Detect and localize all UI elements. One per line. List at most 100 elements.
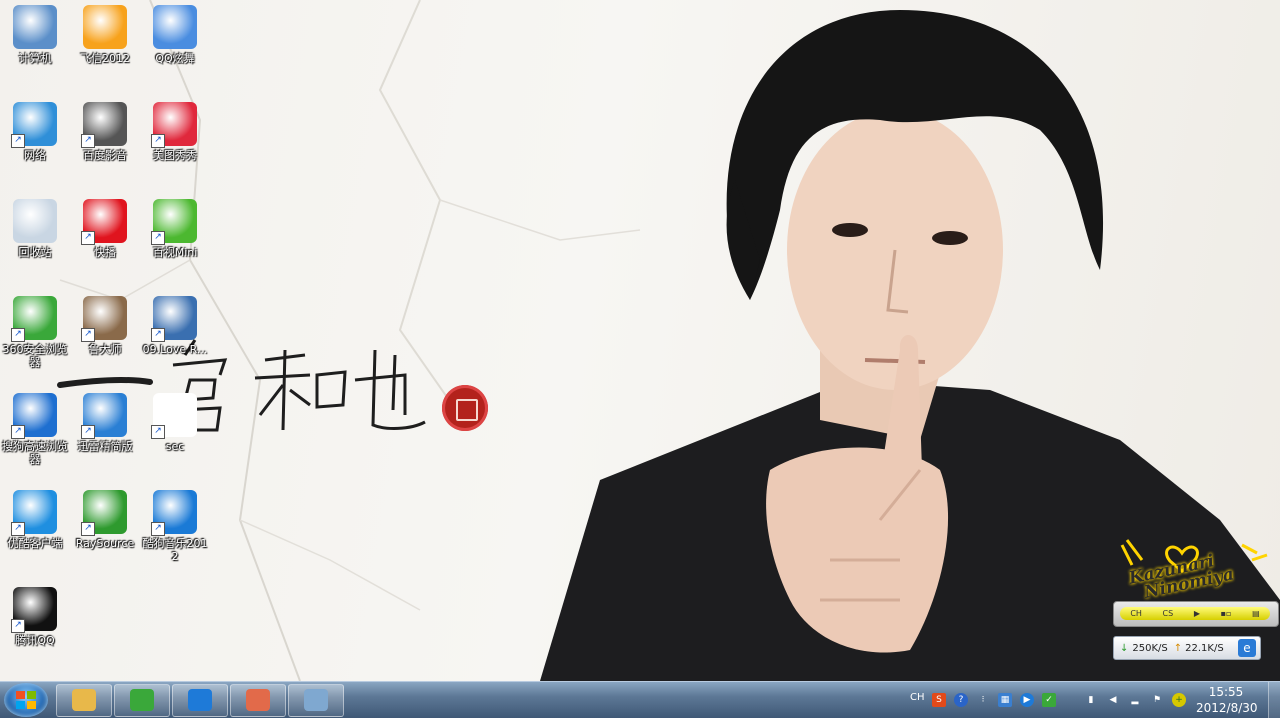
desktop-icon[interactable]: 飞信2012 — [70, 5, 140, 65]
shortcut-arrow-icon: ↗ — [151, 328, 165, 342]
qq-icon: ↗ — [11, 587, 57, 633]
shortcut-arrow-icon: ↗ — [11, 425, 25, 439]
desktop-icon-label: 百度影音 — [83, 149, 127, 162]
media-btn[interactable]: ▪▫ — [1221, 609, 1232, 618]
text-file-icon: ↗ — [151, 393, 197, 439]
desktop-icon[interactable]: ↗ 搜狗高速浏览器 — [0, 393, 70, 466]
taskbar-app-control[interactable] — [288, 684, 344, 717]
thunder-tray-icon[interactable]: ▦ — [998, 693, 1012, 707]
desktop-icon-label: 迅雷精简版 — [77, 440, 133, 453]
windows-logo-icon — [16, 691, 36, 709]
battery-icon[interactable]: ▮ — [1084, 693, 1098, 707]
taskbar-app-users[interactable] — [230, 684, 286, 717]
desktop-icon[interactable]: QQ炫舞 — [140, 5, 210, 65]
clock-time: 15:55 — [1208, 685, 1244, 699]
desktop-icon[interactable]: ↗ 酷狗音乐2012 — [140, 490, 210, 563]
upload-arrow-icon: ↑ — [1173, 642, 1183, 654]
wifi-signal-icon[interactable]: ▂ — [1128, 693, 1142, 707]
desktop-icon-label: QQ炫舞 — [155, 52, 195, 65]
volume-icon[interactable]: ◀ — [1106, 693, 1120, 707]
users-icon — [246, 689, 270, 711]
taskbar-app-ie[interactable] — [114, 684, 170, 717]
desktop-icon-label: 飞信2012 — [80, 52, 130, 65]
desktop-icon-label: 回收站 — [18, 246, 52, 259]
shortcut-arrow-icon: ↗ — [151, 522, 165, 536]
taskbar-app-explorer[interactable] — [56, 684, 112, 717]
desktop-icon-label: 计算机 — [18, 52, 52, 65]
desktop-icon[interactable]: ↗ 百度影音 — [70, 102, 140, 162]
media-btn[interactable]: ▤ — [1252, 609, 1260, 618]
shortcut-arrow-icon: ↗ — [11, 328, 25, 342]
desktop-icon-label: 搜狗高速浏览器 — [2, 440, 68, 466]
meitu-icon: ↗ — [151, 102, 197, 148]
shortcut-arrow-icon: ↗ — [81, 231, 95, 245]
download-arrow-icon: ↓ — [1120, 642, 1129, 654]
security-shield-icon[interactable]: ✓ — [1042, 693, 1056, 707]
desktop-icon[interactable]: ↗ RaySource — [70, 490, 140, 550]
media-btn[interactable]: ▶ — [1194, 609, 1200, 618]
raysource-icon: ↗ — [81, 490, 127, 536]
youku-icon: ↗ — [11, 490, 57, 536]
start-button[interactable] — [4, 683, 48, 717]
desktop-icon[interactable]: ↗ 360安全浏览器 — [0, 296, 70, 369]
thunder-icon: ↗ — [81, 393, 127, 439]
media-tray-icon[interactable]: ▶ — [1020, 693, 1034, 707]
desktop-icon-label: 网络 — [24, 149, 46, 162]
desktop-icon[interactable]: ↗ 百视Mini — [140, 199, 210, 259]
media-btn[interactable]: CH — [1130, 609, 1142, 618]
shortcut-arrow-icon: ↗ — [81, 522, 95, 536]
desktop-icon[interactable]: 计算机 — [0, 5, 70, 65]
input-method-indicator[interactable]: CH — [910, 692, 925, 703]
desktop-icon[interactable]: ↗ 美图秀秀 — [140, 102, 210, 162]
system-tray: ▮ ◀ ▂ ⚑ + — [1080, 682, 1190, 718]
notification-area: S ? ⁝ ▦ ▶ ✓ — [928, 682, 1060, 718]
desktop-icon[interactable]: ↗ 09.Love R... — [140, 296, 210, 356]
desktop-icon[interactable]: 回收站 — [0, 199, 70, 259]
media-control-widget[interactable]: CH CS ▶ ▪▫ ▤ — [1113, 601, 1279, 627]
desktop-icon-label: RaySource — [75, 537, 135, 550]
desktop-icon[interactable]: ↗ 迅雷精简版 — [70, 393, 140, 453]
shortcut-arrow-icon: ↗ — [11, 619, 25, 633]
taskbar-app-media[interactable] — [172, 684, 228, 717]
help-icon[interactable]: ? — [954, 693, 968, 707]
desktop-icon[interactable]: ↗ 优酷客户端 — [0, 490, 70, 550]
qvod-icon: ↗ — [81, 199, 127, 245]
media-player-icon — [188, 689, 212, 711]
desktop-icon-label: 快播 — [94, 246, 116, 259]
desktop-icon-label: 360安全浏览器 — [2, 343, 68, 369]
shortcut-arrow-icon: ↗ — [81, 425, 95, 439]
browser-icon[interactable]: e — [1238, 639, 1256, 657]
network-speed-widget[interactable]: ↓ 250K/S ↑ 22.1K/S e — [1113, 636, 1261, 660]
desktop-icon[interactable]: ↗ 鲁大师 — [70, 296, 140, 356]
shortcut-arrow-icon: ↗ — [11, 134, 25, 148]
sogou-input-icon[interactable]: S — [932, 693, 946, 707]
shortcut-arrow-icon: ↗ — [151, 134, 165, 148]
ludashi-icon: ↗ — [81, 296, 127, 342]
show-desktop-button[interactable] — [1268, 682, 1280, 718]
recycle-bin-icon — [13, 199, 57, 243]
red-seal-stamp — [442, 385, 488, 431]
control-panel-icon — [304, 689, 328, 711]
baidu-player-icon: ↗ — [81, 102, 127, 148]
desktop-icon[interactable]: ↗ sec — [140, 393, 210, 453]
desktop-icon[interactable]: ↗ 腾讯QQ — [0, 587, 70, 647]
update-icon[interactable]: + — [1172, 693, 1186, 707]
browser-360-icon: ↗ — [11, 296, 57, 342]
folder-icon — [72, 689, 96, 711]
desktop-icon[interactable]: ↗ 网络 — [0, 102, 70, 162]
action-center-flag-icon[interactable]: ⚑ — [1150, 693, 1164, 707]
shortcut-arrow-icon: ↗ — [151, 425, 165, 439]
desktop-icon-label: 优酷客户端 — [7, 537, 63, 550]
system-clock[interactable]: 15:55 2012/8/30 — [1196, 684, 1258, 716]
ie-icon — [130, 689, 154, 711]
kugou-icon: ↗ — [151, 490, 197, 536]
taskbar: CH S ? ⁝ ▦ ▶ ✓ ▮ ◀ ▂ ⚑ + 15:55 2012/8/30 — [0, 681, 1280, 718]
shortcut-arrow-icon: ↗ — [81, 134, 95, 148]
network-icon: ↗ — [11, 102, 57, 148]
qq-dance-icon — [153, 5, 197, 49]
media-btn[interactable]: CS — [1163, 609, 1174, 618]
shortcut-arrow-icon: ↗ — [11, 522, 25, 536]
computer-icon — [13, 5, 57, 49]
input-settings-icon[interactable]: ⁝ — [976, 693, 990, 707]
desktop-icon[interactable]: ↗ 快播 — [70, 199, 140, 259]
